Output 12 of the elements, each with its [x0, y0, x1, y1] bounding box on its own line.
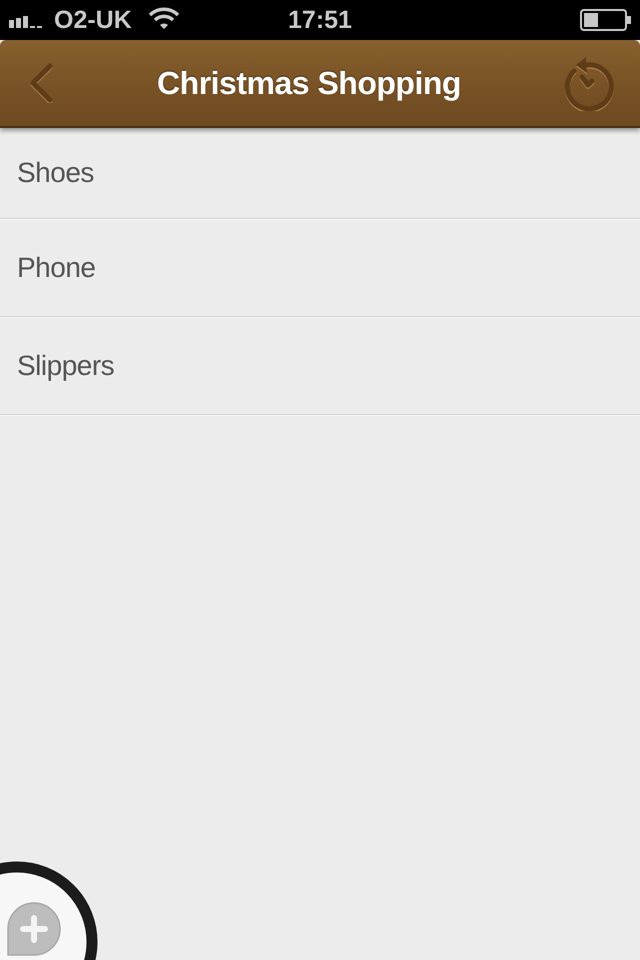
- history-button[interactable]: [562, 55, 614, 111]
- list-item[interactable]: Slippers: [0, 318, 640, 415]
- wifi-icon: [148, 6, 180, 30]
- carrier-name: O2-UK: [54, 5, 132, 35]
- nav-title: Christmas Shopping: [157, 64, 461, 102]
- history-icon: [562, 55, 614, 111]
- list-item[interactable]: Phone: [0, 220, 640, 317]
- status-time: 17:51: [288, 5, 352, 35]
- list-item[interactable]: Shoes: [0, 128, 640, 219]
- battery-icon: [580, 9, 632, 31]
- add-button[interactable]: [0, 860, 100, 960]
- add-item-icon: [7, 902, 61, 956]
